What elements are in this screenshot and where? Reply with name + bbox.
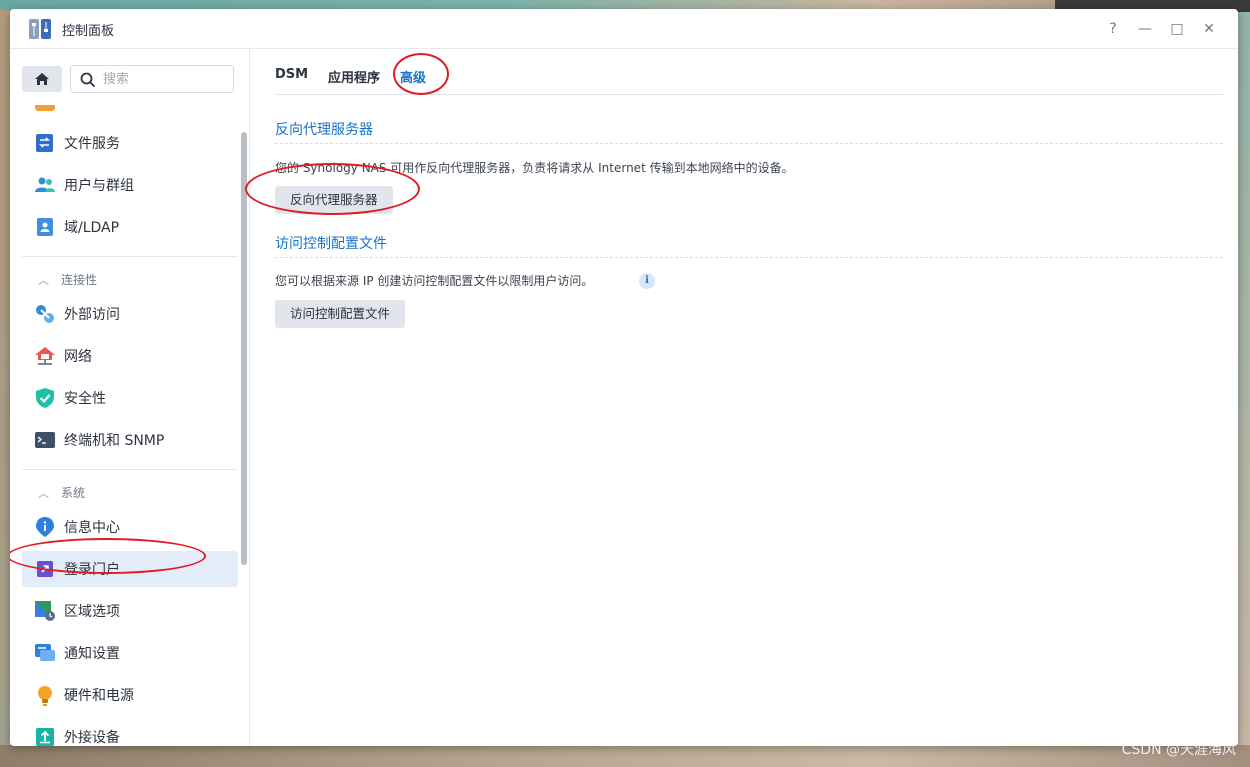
sidebar-item-file-services[interactable]: 文件服务 bbox=[22, 125, 238, 161]
sidebar-item-label: 终端机和 SNMP bbox=[64, 433, 165, 449]
sidebar-item-label: 信息中心 bbox=[64, 520, 120, 536]
home-icon bbox=[35, 73, 49, 85]
sidebar-item-label: 通知设置 bbox=[64, 646, 120, 662]
sidebar-item-label: 文件服务 bbox=[64, 136, 120, 152]
domain-ldap-icon bbox=[37, 218, 53, 236]
home-button[interactable] bbox=[22, 66, 62, 92]
partially-hidden-item-icon bbox=[35, 105, 55, 111]
chevron-up-icon: ︿ bbox=[38, 273, 49, 287]
terminal-icon bbox=[35, 432, 55, 448]
section-system-label: 系统 bbox=[61, 486, 86, 500]
sidebar-item-label: 外接设备 bbox=[64, 730, 120, 746]
sidebar-item-network[interactable]: 网络 bbox=[22, 338, 238, 374]
access-control-profile-button[interactable]: 访问控制配置文件 bbox=[275, 300, 406, 328]
main-panel: DSM 应用程序 高级 反向代理服务器 您的 Synology NAS 可用作反… bbox=[251, 49, 1238, 746]
file-services-icon bbox=[36, 134, 53, 152]
help-button[interactable]: ? bbox=[1103, 19, 1123, 39]
sidebar-item-regional-options[interactable]: 区域选项 bbox=[22, 593, 238, 629]
access-control-description: 您可以根据来源 IP 创建访问控制配置文件以限制用户访问。 bbox=[275, 274, 594, 288]
sidebar: 文件服务 用户与群组 域/LDAP ︿ 连接性 bbox=[10, 49, 250, 746]
annotation-circle-advanced-tab bbox=[393, 53, 449, 95]
sidebar-item-label: 网络 bbox=[64, 349, 92, 365]
control-panel-app-icon bbox=[29, 19, 51, 39]
sidebar-item-label: 安全性 bbox=[64, 391, 106, 407]
search-icon bbox=[80, 72, 96, 88]
regional-options-icon bbox=[35, 601, 55, 621]
sidebar-divider bbox=[22, 256, 238, 257]
sidebar-divider bbox=[22, 469, 238, 470]
search-box[interactable] bbox=[70, 65, 234, 93]
control-panel-window: 控制面板 ? — □ ✕ 文件服务 bbox=[10, 9, 1238, 746]
section-connectivity-label: 连接性 bbox=[61, 273, 98, 287]
sidebar-scrollbar[interactable] bbox=[241, 132, 247, 565]
sidebar-item-user-group[interactable]: 用户与群组 bbox=[22, 167, 238, 203]
window-title: 控制面板 bbox=[62, 24, 115, 39]
title-bar: 控制面板 ? — □ ✕ bbox=[10, 9, 1238, 49]
reverse-proxy-section-title: 反向代理服务器 bbox=[275, 122, 373, 138]
access-control-section-title: 访问控制配置文件 bbox=[275, 236, 387, 252]
maximize-button[interactable]: □ bbox=[1167, 19, 1187, 39]
sidebar-item-external-devices[interactable]: 外接设备 bbox=[22, 719, 238, 746]
sidebar-item-label: 外部访问 bbox=[64, 307, 120, 323]
annotation-circle-login-portal bbox=[10, 538, 206, 574]
search-input[interactable] bbox=[103, 70, 227, 88]
sidebar-item-hardware-power[interactable]: 硬件和电源 bbox=[22, 677, 238, 713]
hardware-power-icon bbox=[38, 686, 52, 706]
notification-icon bbox=[35, 644, 55, 661]
sidebar-item-terminal-snmp[interactable]: 终端机和 SNMP bbox=[22, 422, 238, 458]
sidebar-item-label: 区域选项 bbox=[64, 604, 120, 620]
tab-applications[interactable]: 应用程序 bbox=[328, 67, 380, 86]
sidebar-item-label: 域/LDAP bbox=[64, 220, 120, 236]
tab-dsm[interactable]: DSM bbox=[275, 67, 308, 82]
desktop-background-bottom bbox=[0, 745, 1250, 767]
chevron-up-icon: ︿ bbox=[38, 486, 49, 500]
sidebar-item-notification[interactable]: 通知设置 bbox=[22, 635, 238, 671]
csdn-watermark: CSDN @天涯海风 bbox=[1121, 742, 1236, 758]
sidebar-item-label: 用户与群组 bbox=[64, 178, 134, 194]
info-icon[interactable]: i bbox=[639, 273, 655, 289]
annotation-circle-reverse-proxy-button bbox=[245, 163, 420, 215]
minimize-button[interactable]: — bbox=[1135, 19, 1155, 39]
sidebar-item-domain-ldap[interactable]: 域/LDAP bbox=[22, 209, 238, 245]
external-devices-icon bbox=[36, 728, 54, 746]
user-group-icon bbox=[35, 177, 55, 192]
sidebar-item-security[interactable]: 安全性 bbox=[22, 380, 238, 416]
close-button[interactable]: ✕ bbox=[1199, 19, 1219, 39]
section-connectivity-header[interactable]: ︿ 连接性 bbox=[38, 271, 97, 288]
section-divider bbox=[275, 257, 1223, 258]
section-divider bbox=[275, 143, 1223, 144]
sidebar-item-external-access[interactable]: 外部访问 bbox=[22, 296, 238, 332]
external-access-icon bbox=[36, 305, 54, 323]
security-shield-icon bbox=[36, 388, 54, 408]
section-system-header[interactable]: ︿ 系统 bbox=[38, 484, 85, 501]
network-icon bbox=[35, 347, 55, 365]
sidebar-item-label: 硬件和电源 bbox=[64, 688, 134, 704]
info-center-icon bbox=[36, 517, 54, 537]
